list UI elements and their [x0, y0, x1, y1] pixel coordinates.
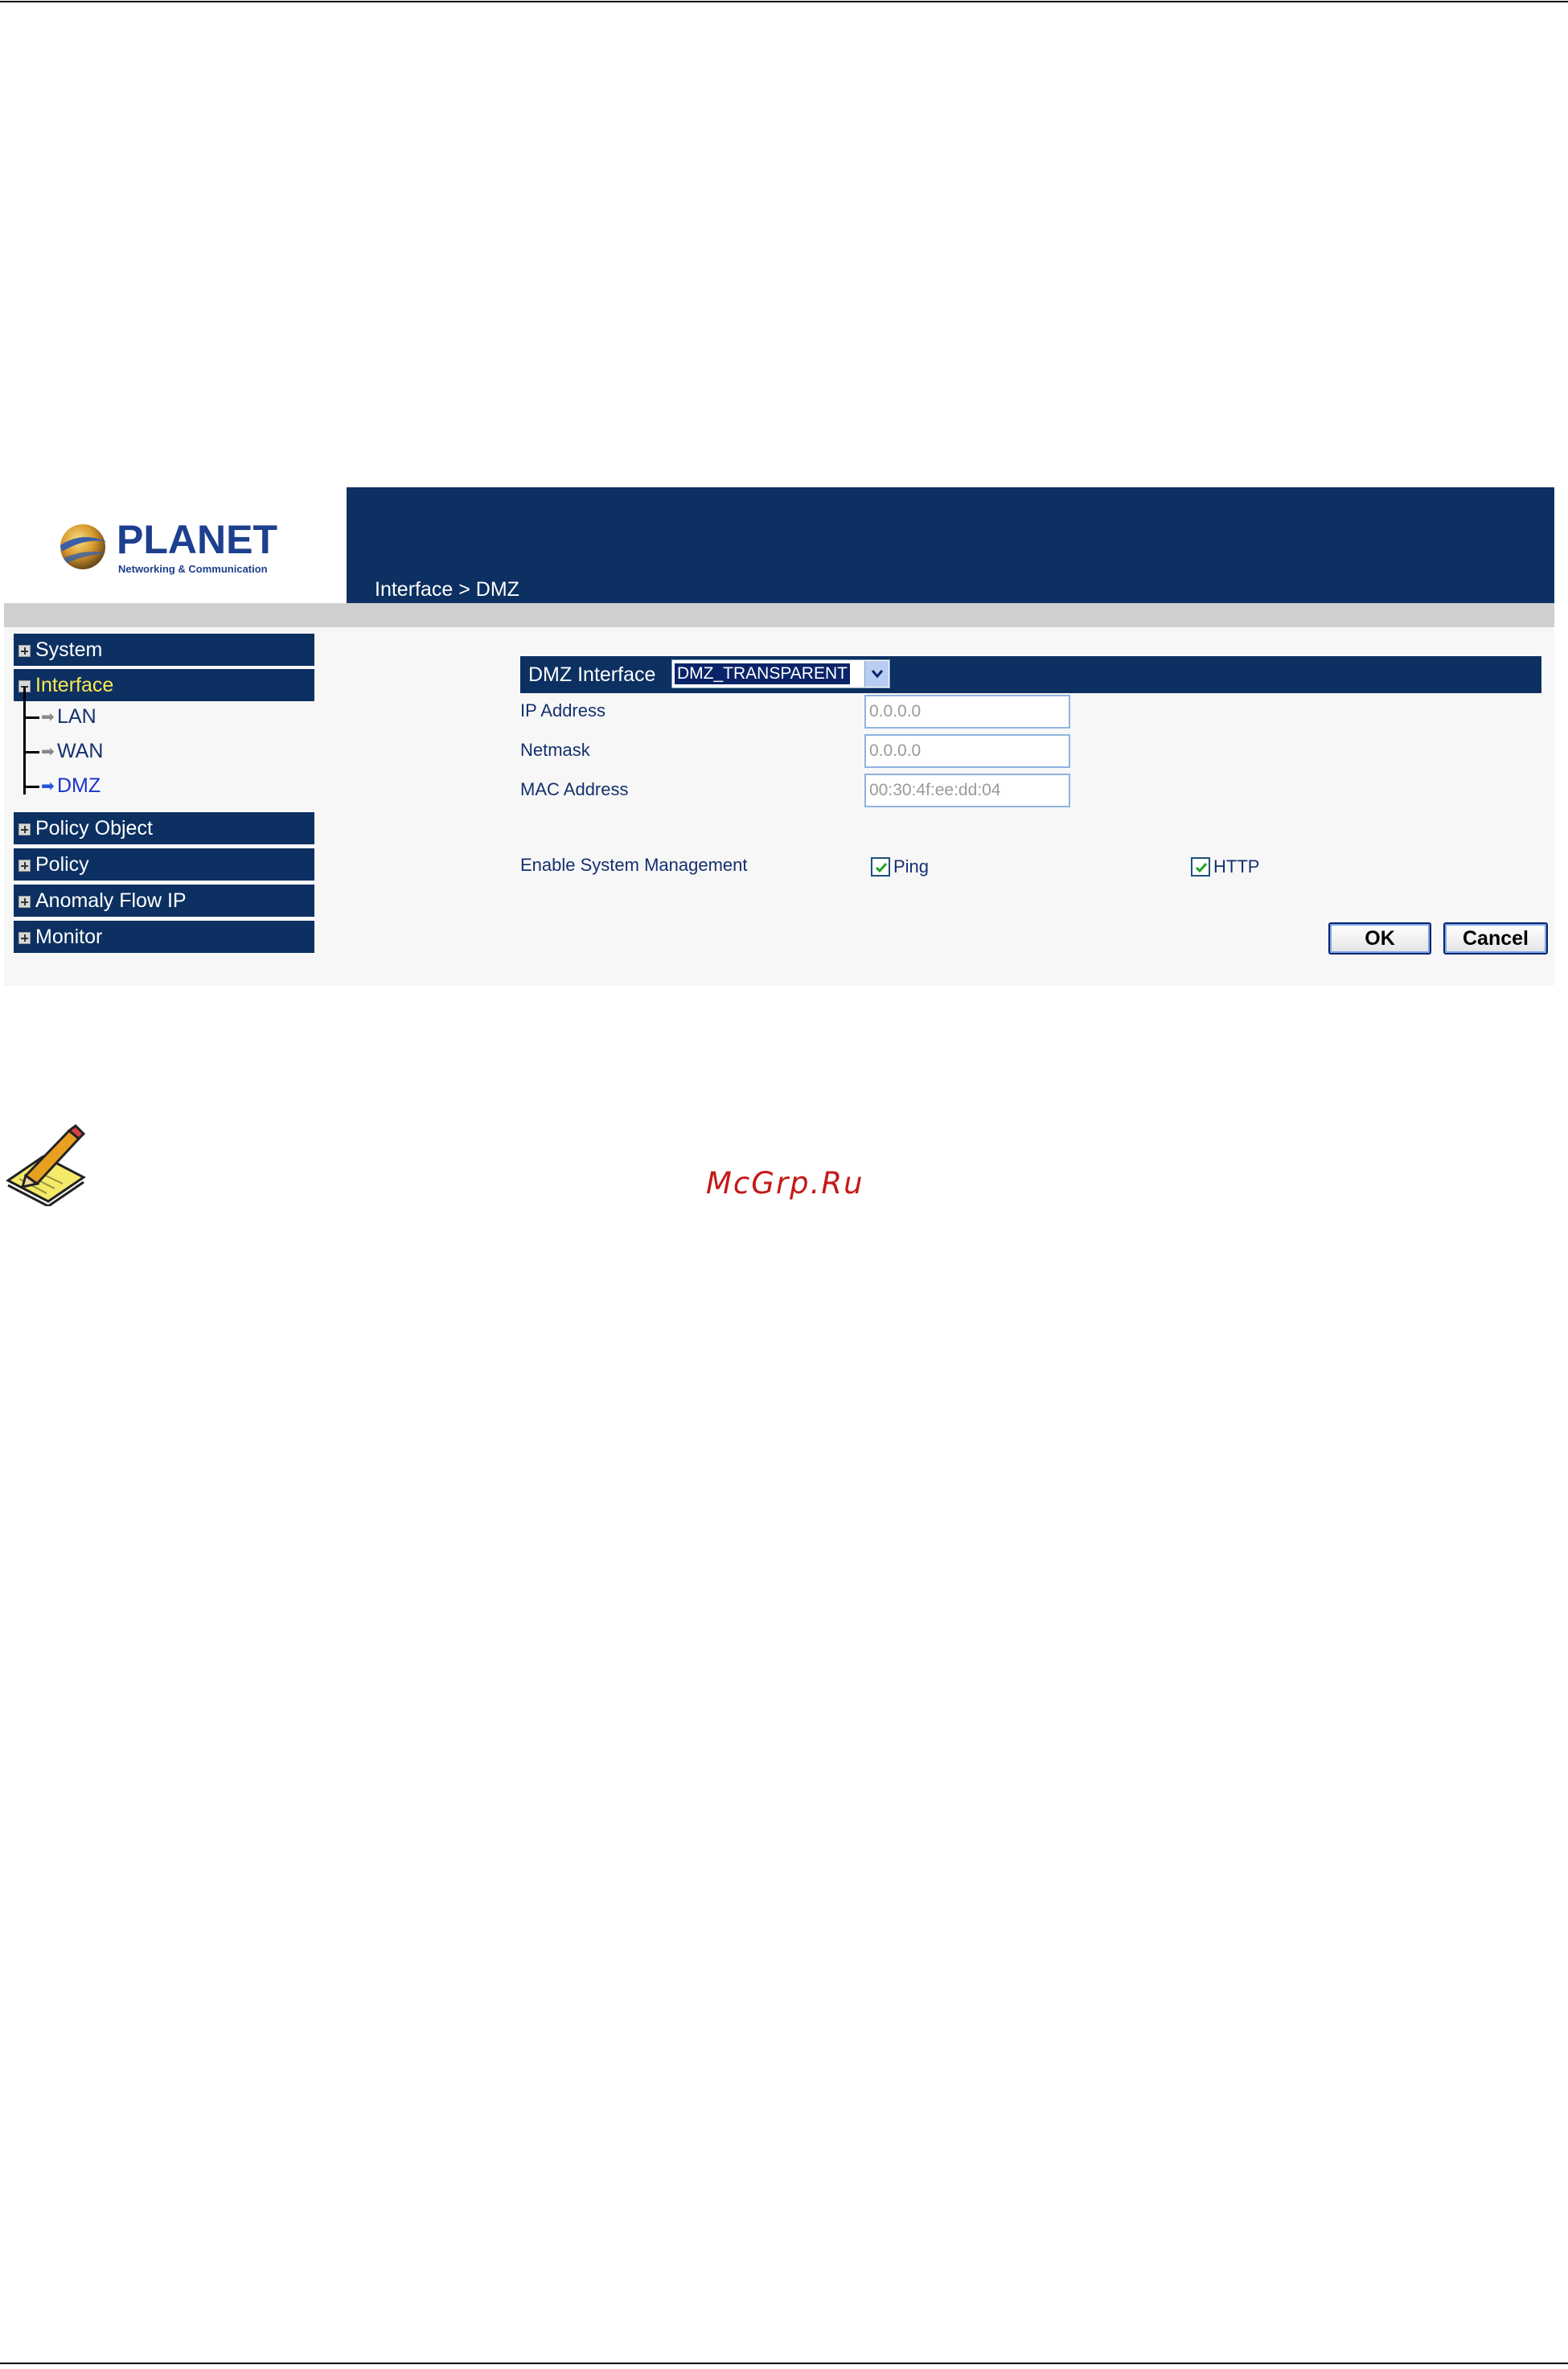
header-bar: Interface > DMZ [347, 487, 1554, 603]
netmask-label: Netmask [520, 740, 590, 760]
tree-branch [23, 785, 39, 788]
checkbox-icon[interactable] [871, 857, 890, 877]
netmask-input[interactable] [864, 734, 1070, 768]
ping-label: Ping [893, 856, 930, 877]
sidebar-item-policy[interactable]: Policy [14, 848, 314, 881]
http-checkbox[interactable]: HTTP [1191, 855, 1259, 879]
cancel-button[interactable]: Cancel [1443, 922, 1548, 955]
mac-address-label: MAC Address [520, 779, 629, 799]
router-ui-screenshot: PLANET Networking & Communication Interf… [4, 487, 1554, 986]
ok-button[interactable]: OK [1328, 922, 1431, 955]
sidebar-item-interface[interactable]: Interface [14, 669, 314, 701]
svg-text:Networking & Communication: Networking & Communication [118, 563, 268, 575]
note-pencil-icon [6, 1124, 86, 1206]
dmz-interface-select[interactable]: DMZ_TRANSPARENT [671, 659, 890, 688]
checkbox-icon[interactable] [1191, 857, 1210, 877]
ip-address-label: IP Address [520, 700, 605, 721]
header-divider [4, 603, 1554, 627]
planet-logo: PLANET Networking & Communication [60, 517, 277, 575]
watermark: McGrp.Ru [706, 1166, 864, 1201]
plus-icon [18, 860, 31, 872]
arrow-right-icon: ➡ [41, 743, 55, 761]
sidebar-subitem-wan[interactable]: ➡ WAN [23, 739, 103, 763]
ip-address-input[interactable] [864, 695, 1070, 729]
tree-branch [23, 750, 39, 753]
tree-branch [23, 716, 39, 719]
sidebar-subitem-lan[interactable]: ➡ LAN [23, 704, 96, 729]
bottom-rule [0, 2363, 1568, 2364]
dmz-interface-header: DMZ Interface DMZ_TRANSPARENT [520, 656, 1541, 693]
sidebar-item-policy-object[interactable]: Policy Object [14, 812, 314, 844]
plus-icon [18, 932, 31, 944]
dmz-interface-selected-value: DMZ_TRANSPARENT [674, 663, 851, 685]
sidebar-item-anomaly-flow-ip[interactable]: Anomaly Flow IP [14, 885, 314, 917]
chevron-down-icon[interactable] [864, 661, 889, 687]
plus-icon [18, 823, 31, 836]
top-rule [0, 1, 1568, 2]
system-management-label: Enable System Management [520, 855, 748, 875]
sidebar-item-monitor[interactable]: Monitor [14, 921, 314, 953]
mac-address-input[interactable] [864, 774, 1070, 807]
plus-icon [18, 645, 31, 657]
breadcrumb: Interface > DMZ [375, 578, 519, 601]
ping-checkbox[interactable]: Ping [871, 855, 929, 879]
http-label: HTTP [1213, 856, 1260, 877]
arrow-right-icon: ➡ [41, 778, 55, 795]
sidebar-item-system[interactable]: System [14, 634, 314, 666]
svg-text:PLANET: PLANET [117, 517, 277, 562]
logo-area: PLANET Networking & Communication [4, 487, 347, 603]
sidebar-subitem-dmz[interactable]: ➡ DMZ [23, 774, 101, 798]
arrow-right-icon: ➡ [41, 708, 55, 726]
dmz-interface-label: DMZ Interface [528, 663, 656, 686]
plus-icon [18, 896, 31, 908]
